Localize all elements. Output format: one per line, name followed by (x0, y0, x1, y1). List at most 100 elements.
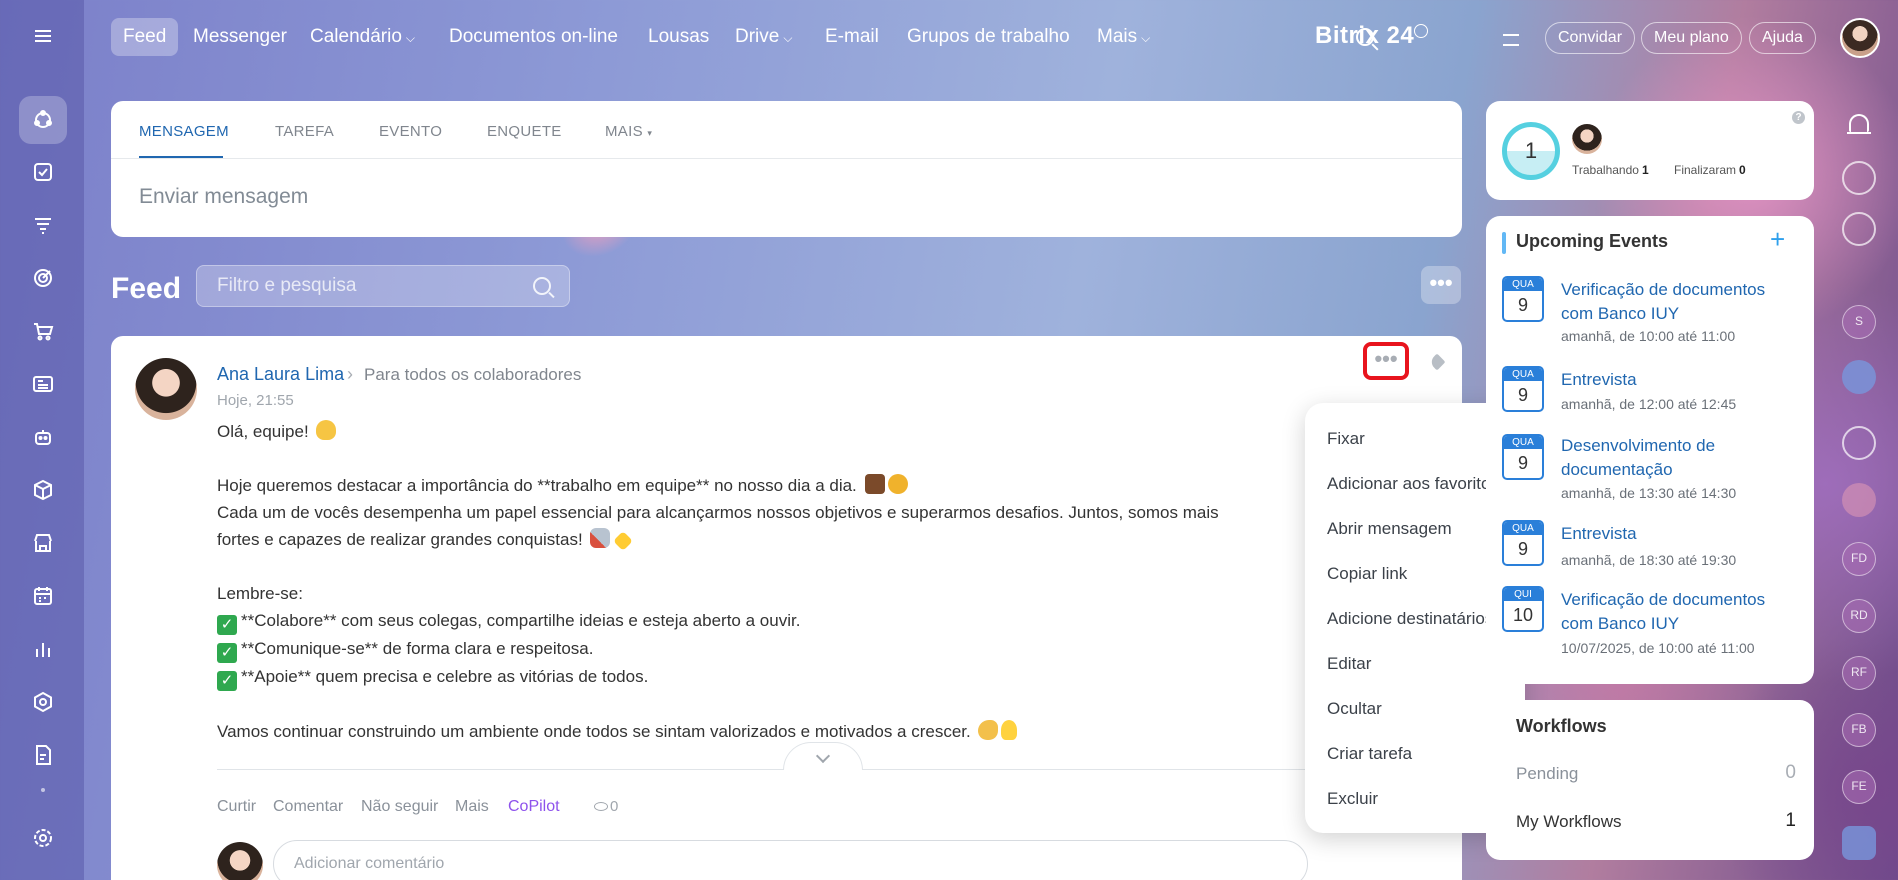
store-icon[interactable] (19, 519, 67, 567)
more-actions-button[interactable]: Mais (455, 798, 489, 816)
help-icon[interactable]: ? (1792, 111, 1805, 124)
nav-grupos[interactable]: Grupos de trabalho (895, 18, 1082, 56)
nav-calendario[interactable]: Calendário ⌵ (298, 18, 427, 56)
workflows-card: Workflows Pending 0 My Workflows 1 (1486, 700, 1814, 860)
upcoming-events-card: Upcoming Events + QUA 9 Verificação de do… (1486, 216, 1814, 684)
message-input[interactable]: Enviar mensagem (139, 185, 308, 209)
expand-post-button[interactable] (783, 742, 863, 770)
tab-mensagem[interactable]: MENSAGEM (139, 123, 229, 140)
work-status-card: 1 Trabalhando 1 Finalizaram 0 ? (1486, 101, 1814, 200)
add-event-button[interactable]: + (1770, 224, 1785, 255)
tab-tarefa[interactable]: TAREFA (275, 123, 334, 140)
cart-icon[interactable] (19, 307, 67, 355)
avatar (217, 842, 263, 880)
menu-item-copiar-link[interactable]: Copiar link (1327, 564, 1407, 584)
box-icon[interactable] (19, 466, 67, 514)
menu-item-abrir[interactable]: Abrir mensagem (1327, 519, 1452, 539)
chart-icon[interactable] (19, 625, 67, 673)
feed-more-button[interactable]: ••• (1421, 266, 1461, 304)
post-more-button[interactable]: ••• (1363, 342, 1409, 380)
invite-button[interactable]: Convidar (1545, 22, 1636, 54)
post-destination[interactable]: Para todos os colaboradores (364, 365, 581, 385)
nav-documentos[interactable]: Documentos on-line (437, 18, 630, 56)
comment-button[interactable]: Comentar (273, 798, 343, 816)
tasks-icon[interactable] (19, 148, 67, 196)
contact-avatar[interactable]: S (1842, 305, 1876, 339)
crm-funnel-icon[interactable] (19, 201, 67, 249)
chat-sync-icon[interactable] (1842, 212, 1876, 246)
menu-item-favoritos[interactable]: Adicionar aos favoritos (1327, 474, 1499, 494)
contact-avatar[interactable]: RD (1842, 599, 1876, 633)
feed-post: Ana Laura Lima › Para todos os colaborad… (111, 336, 1462, 880)
contact-avatar[interactable] (1842, 483, 1876, 517)
quick-action-icon[interactable] (1842, 826, 1876, 860)
menu-item-excluir[interactable]: Excluir (1327, 789, 1378, 809)
chevron-down-icon: ⌵ (1141, 31, 1151, 45)
event-time: 10/07/2025, de 10:00 até 11:00 (1561, 640, 1755, 656)
menu-item-criar-tarefa[interactable]: Criar tarefa (1327, 744, 1412, 764)
calendar-grid-icon[interactable] (19, 572, 67, 620)
hexagon-icon[interactable] (19, 678, 67, 726)
news-icon[interactable] (19, 360, 67, 408)
briefcase-icon (864, 474, 885, 494)
nav-drive[interactable]: Drive ⌵ (723, 18, 804, 56)
workflows-title: Workflows (1516, 716, 1607, 736)
bookmark-icon[interactable] (1842, 360, 1876, 394)
robot-icon[interactable] (19, 413, 67, 461)
author-avatar[interactable] (135, 358, 197, 420)
my-plan-button[interactable]: Meu plano (1641, 22, 1742, 54)
search-icon[interactable] (533, 277, 551, 295)
post-time[interactable]: Hoje, 21:55 (217, 392, 294, 409)
menu-item-fixar[interactable]: Fixar (1327, 429, 1365, 449)
copilot-icon[interactable] (1842, 426, 1876, 460)
menu-item-destinatarios[interactable]: Adicione destinatários (1327, 609, 1493, 629)
pin-icon[interactable] (1428, 353, 1446, 371)
event-title[interactable]: Entrevista (1561, 368, 1801, 392)
filter-search[interactable] (196, 265, 570, 307)
document-sign-icon[interactable] (19, 731, 67, 779)
workflows-pending-count: 0 (1785, 762, 1796, 783)
finished-stat: Finalizaram 0 (1674, 163, 1746, 177)
activity-icon[interactable] (1842, 161, 1876, 195)
event-title[interactable]: Verificação de documentos com Banco IUY (1561, 278, 1801, 326)
nav-feed[interactable]: Feed (111, 18, 179, 56)
menu-icon[interactable] (19, 12, 67, 60)
nav-mais[interactable]: Mais ⌵ (1085, 18, 1162, 56)
unfollow-button[interactable]: Não seguir (361, 798, 438, 816)
workflows-mine[interactable]: My Workflows (1516, 812, 1621, 832)
like-button[interactable]: Curtir (217, 798, 256, 816)
clock-icon[interactable] (1414, 24, 1428, 38)
tab-evento[interactable]: EVENTO (379, 123, 442, 140)
workflows-mine-count: 1 (1785, 810, 1796, 831)
menu-item-ocultar[interactable]: Ocultar (1327, 699, 1382, 719)
comment-input[interactable] (273, 840, 1308, 880)
event-title[interactable]: Desenvolvimento de documentação (1561, 434, 1801, 482)
contact-avatar[interactable]: FD (1842, 542, 1876, 576)
feed-icon[interactable] (19, 96, 67, 144)
filter-search-input[interactable] (197, 266, 517, 306)
views-counter: 0 (594, 798, 618, 815)
contact-avatar[interactable]: FE (1842, 770, 1876, 804)
workflows-pending[interactable]: Pending (1516, 764, 1578, 784)
user-avatar[interactable] (1840, 18, 1880, 58)
tab-mais[interactable]: MAIS ▾ (605, 123, 652, 140)
event-title[interactable]: Verificação de documentos com Banco IUY (1561, 588, 1801, 636)
nav-lousas[interactable]: Lousas (636, 18, 721, 56)
help-button[interactable]: Ajuda (1749, 22, 1816, 54)
avatar[interactable] (1572, 124, 1602, 154)
nav-messenger[interactable]: Messenger (181, 18, 299, 56)
working-counter-ring[interactable]: 1 (1502, 122, 1560, 180)
events-title: Upcoming Events (1516, 231, 1669, 251)
copilot-button[interactable]: CoPilot (508, 798, 560, 816)
post-author[interactable]: Ana Laura Lima (217, 364, 344, 385)
event-title[interactable]: Entrevista (1561, 522, 1801, 546)
settings-icon[interactable] (19, 814, 67, 862)
contact-avatar[interactable]: RF (1842, 656, 1876, 690)
bell-icon[interactable] (1847, 114, 1871, 134)
contact-avatar[interactable]: FB (1842, 713, 1876, 747)
tab-enquete[interactable]: ENQUETE (487, 123, 562, 140)
goals-icon[interactable] (19, 254, 67, 302)
sliders-icon[interactable] (1503, 34, 1519, 46)
menu-item-editar[interactable]: Editar (1327, 654, 1371, 674)
nav-email[interactable]: E-mail (813, 18, 891, 56)
